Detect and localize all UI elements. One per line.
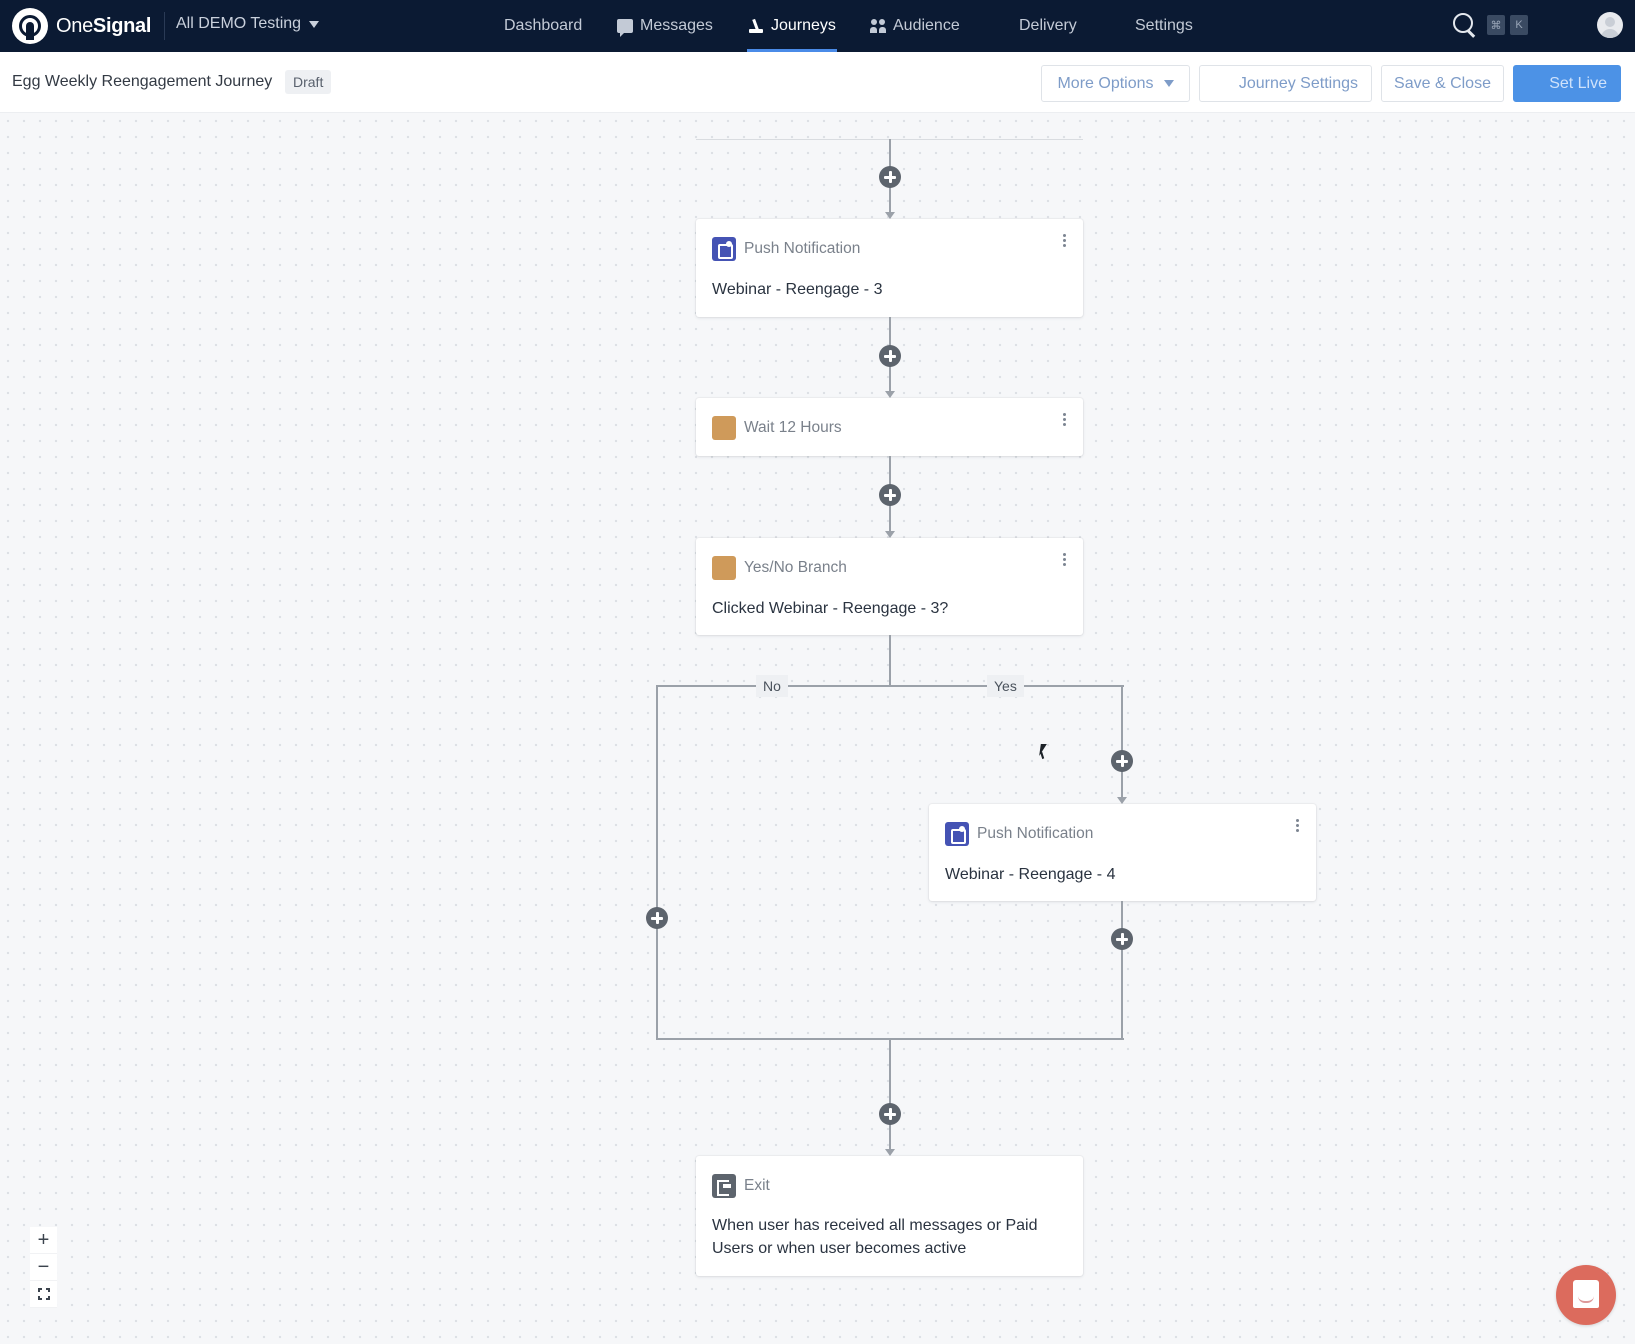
caret-down-icon — [309, 20, 320, 28]
nav-label: Delivery — [1019, 17, 1077, 34]
node-push-notification-4[interactable]: Push Notification Webinar - Reengage - 4 — [929, 804, 1316, 901]
save-close-button[interactable]: Save & Close — [1381, 65, 1504, 102]
nav-label: Journeys — [771, 17, 836, 34]
app-switcher[interactable]: All DEMO Testing — [176, 15, 320, 33]
edge — [889, 1038, 891, 1152]
node-push-notification-3[interactable]: Push Notification Webinar - Reengage - 3 — [696, 219, 1083, 317]
node-type-label: Push Notification — [977, 825, 1094, 842]
add-step-button[interactable] — [879, 1103, 901, 1125]
branch-icon — [712, 556, 736, 580]
nav-messages[interactable]: Messages — [617, 0, 713, 52]
message-icon — [617, 19, 633, 37]
button-label: More Options — [1057, 74, 1154, 92]
node-type-label: Wait 12 Hours — [744, 419, 842, 436]
support-chat-button[interactable] — [1556, 1265, 1616, 1325]
branch-label-yes: Yes — [987, 675, 1024, 697]
button-label: Journey Settings — [1238, 74, 1358, 92]
caret-down-icon — [1163, 80, 1174, 87]
add-step-button[interactable] — [879, 345, 901, 367]
shortcut-key-k: K — [1510, 15, 1528, 35]
add-step-button-yes[interactable] — [1111, 750, 1133, 772]
node-type-label: Exit — [744, 1177, 770, 1194]
search-icon[interactable] — [1453, 13, 1477, 37]
audience-icon — [870, 19, 886, 33]
node-wait[interactable]: Wait 12 Hours — [696, 398, 1083, 456]
edge — [889, 635, 891, 687]
edge-yes-path — [1121, 685, 1123, 800]
nav-audience[interactable]: Audience — [870, 0, 960, 52]
node-type-label: Push Notification — [744, 240, 861, 257]
node-type-label: Yes/No Branch — [744, 559, 847, 576]
nav-label: Settings — [1135, 17, 1193, 34]
fit-view-button[interactable] — [30, 1281, 57, 1308]
onesignal-logo-icon — [12, 8, 48, 44]
edge-branch-split — [656, 685, 1124, 687]
wait-icon — [712, 416, 736, 440]
more-options-button[interactable]: More Options — [1041, 65, 1190, 102]
push-notification-icon — [945, 822, 969, 846]
node-body: When user has received all messages or P… — [712, 1217, 1038, 1257]
edge-yes-merge — [1121, 901, 1123, 1040]
button-label: Set Live — [1549, 74, 1607, 92]
arrow-down-icon — [885, 391, 895, 398]
button-label: Save & Close — [1394, 74, 1491, 92]
zoom-controls: + − — [30, 1227, 57, 1308]
status-badge: Draft — [285, 70, 332, 94]
nav-label: Dashboard — [504, 17, 583, 34]
journey-header: Egg Weekly Reengagement Journey Draft Mo… — [0, 52, 1635, 113]
node-exit[interactable]: Exit When user has received all messages… — [696, 1156, 1083, 1276]
zoom-out-button[interactable]: − — [30, 1254, 57, 1281]
node-yes-no-branch[interactable]: Yes/No Branch Clicked Webinar - Reengage… — [696, 538, 1083, 635]
fit-view-icon — [37, 1288, 50, 1300]
more-menu-icon[interactable] — [1061, 412, 1069, 428]
journey-icon — [748, 19, 764, 33]
node-body: Webinar - Reengage - 4 — [945, 866, 1116, 883]
arrow-down-icon — [885, 531, 895, 538]
exit-icon — [712, 1174, 736, 1198]
top-nav: OneSignal All DEMO Testing Dashboard Mes… — [0, 0, 1635, 52]
add-step-button[interactable] — [1111, 928, 1133, 950]
push-notification-icon — [712, 237, 736, 261]
set-live-button[interactable]: Set Live — [1513, 65, 1621, 102]
nav-settings[interactable]: Settings — [1135, 0, 1193, 52]
nav-journeys[interactable]: Journeys — [747, 0, 837, 52]
arrow-down-icon — [1117, 797, 1127, 804]
onesignal-logo[interactable]: OneSignal — [12, 8, 151, 44]
nav-label: Audience — [893, 17, 960, 34]
add-step-button-no[interactable] — [646, 907, 668, 929]
more-menu-icon[interactable] — [1061, 552, 1069, 568]
node-body: Webinar - Reengage - 3 — [712, 281, 883, 298]
page-title: Egg Weekly Reengagement Journey — [12, 73, 273, 90]
app-name: All DEMO Testing — [176, 15, 302, 32]
nav-label: Messages — [640, 17, 713, 34]
branch-label-no: No — [756, 675, 788, 697]
brand-name: OneSignal — [56, 14, 152, 37]
more-menu-icon[interactable] — [1061, 233, 1069, 249]
nav-divider — [164, 12, 165, 40]
more-menu-icon[interactable] — [1294, 818, 1302, 834]
avatar[interactable] — [1597, 12, 1623, 38]
nav-delivery[interactable]: Delivery — [1019, 0, 1077, 52]
nav-dashboard[interactable]: Dashboard — [504, 0, 582, 52]
zoom-in-button[interactable]: + — [30, 1227, 57, 1254]
arrow-down-icon — [885, 212, 895, 219]
shortcut-key-cmd: ⌘ — [1487, 15, 1505, 35]
edge-no-path — [656, 685, 658, 1040]
add-step-button[interactable] — [879, 166, 901, 188]
add-step-button[interactable] — [879, 484, 901, 506]
node-body: Clicked Webinar - Reengage - 3? — [712, 600, 949, 617]
journey-settings-button[interactable]: Journey Settings — [1199, 65, 1372, 102]
arrow-down-icon — [885, 1149, 895, 1156]
